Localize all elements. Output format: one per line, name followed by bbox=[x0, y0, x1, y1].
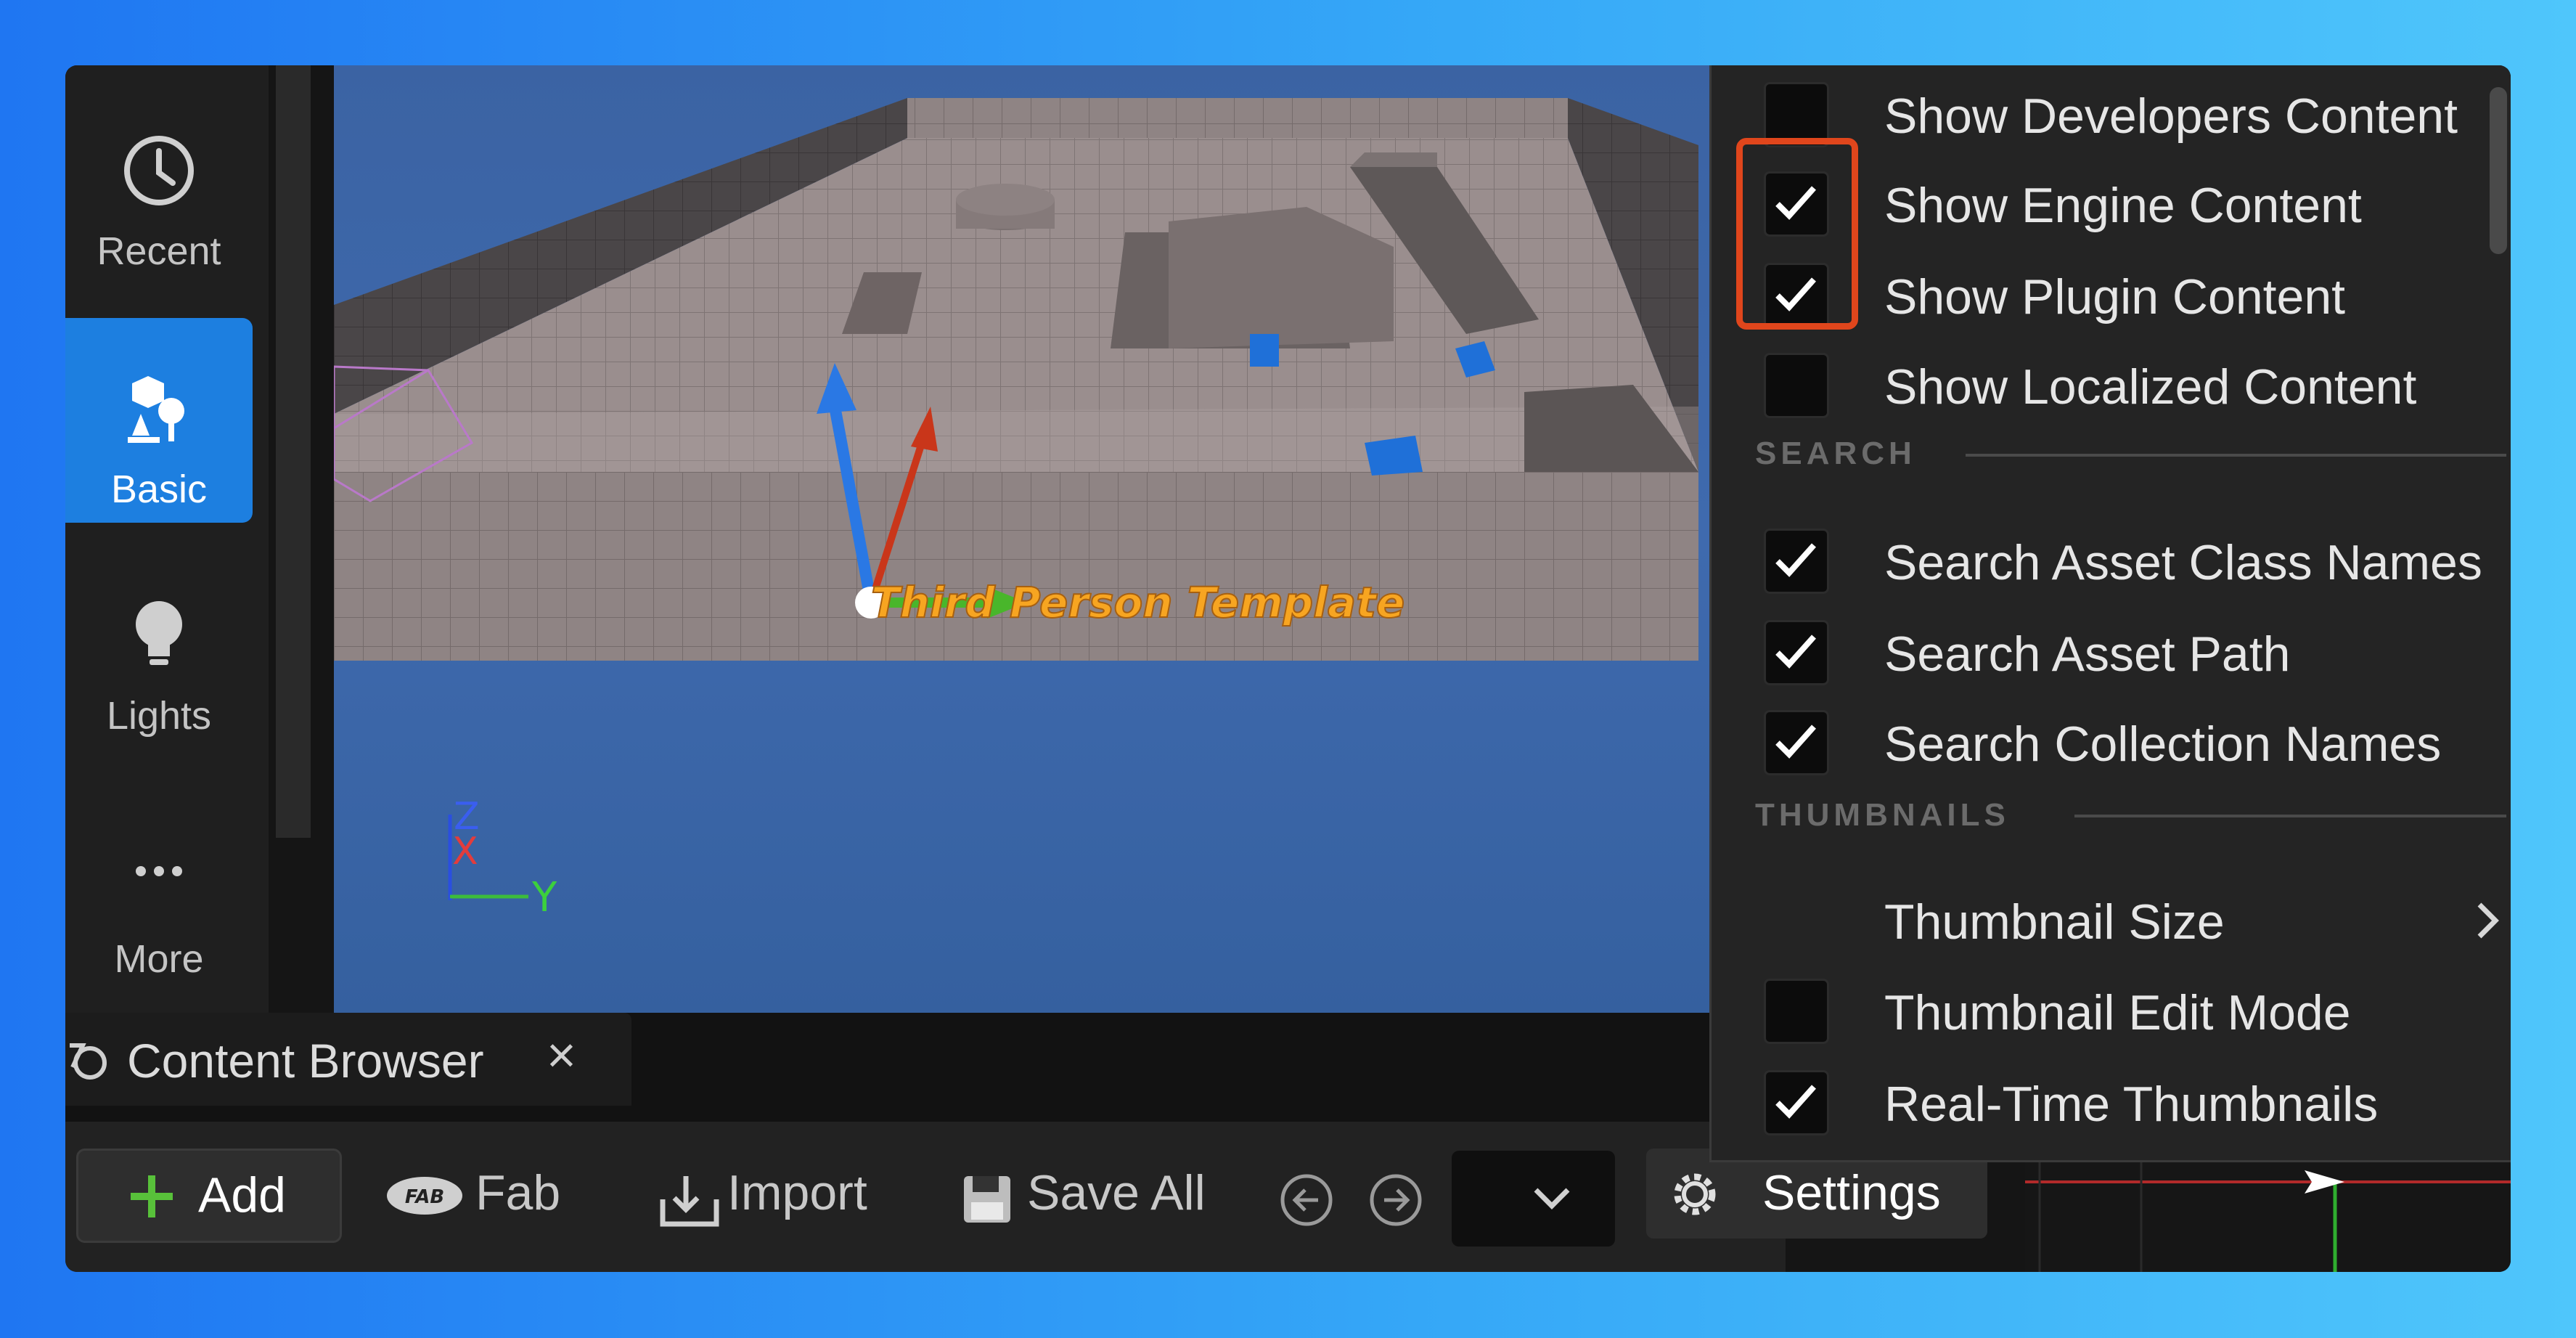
fab-button[interactable]: FAB Fab bbox=[385, 1149, 631, 1239]
mode-more[interactable]: More bbox=[65, 788, 253, 992]
checkbox-checked[interactable] bbox=[1764, 710, 1829, 775]
menu-item-show-localized-content[interactable]: Show Localized Content bbox=[1712, 340, 2495, 430]
checkbox[interactable] bbox=[1764, 979, 1829, 1044]
save-all-label: Save All bbox=[1027, 1165, 1206, 1220]
chevron-down-icon bbox=[1534, 1188, 1570, 1209]
checkbox-checked[interactable] bbox=[1764, 620, 1829, 685]
mode-basic-label: Basic bbox=[110, 468, 208, 511]
checkmark-icon bbox=[1775, 543, 1816, 577]
mode-more-label: More bbox=[114, 937, 204, 981]
panel-separator[interactable] bbox=[276, 65, 311, 838]
fab-label: Fab bbox=[475, 1165, 561, 1220]
axis-x-label: X bbox=[452, 830, 478, 873]
clock-icon bbox=[124, 136, 194, 205]
mode-recent[interactable]: Recent bbox=[65, 80, 253, 285]
section-divider bbox=[2074, 815, 2506, 817]
menu-item-label: Real-Time Thumbnails bbox=[1884, 1077, 2379, 1132]
menu-item-label: Thumbnail Size bbox=[1884, 894, 2225, 950]
mode-basic[interactable]: Basic bbox=[65, 318, 253, 523]
save-all-icon bbox=[964, 1176, 1010, 1223]
basic-shapes-icon bbox=[128, 376, 184, 443]
checkbox-checked[interactable] bbox=[1764, 1070, 1829, 1135]
checkbox[interactable] bbox=[1764, 353, 1829, 418]
checkmark-icon bbox=[1775, 725, 1816, 759]
dock-tab-bar: Content Browser × bbox=[65, 1013, 1786, 1122]
chevron-right-icon bbox=[2477, 902, 2499, 939]
checkmark-icon bbox=[1775, 635, 1816, 669]
blue-cube bbox=[1250, 334, 1279, 367]
mode-lights[interactable]: Lights bbox=[65, 544, 253, 749]
menu-item-label: Show Engine Content bbox=[1884, 178, 2362, 233]
svg-text:FAB: FAB bbox=[405, 1186, 444, 1208]
highlight-annotation-box bbox=[1736, 138, 1858, 330]
back-arrow-icon[interactable] bbox=[1279, 1172, 1334, 1228]
menu-item-thumbnail-edit-mode[interactable]: Thumbnail Edit Mode bbox=[1712, 966, 2495, 1056]
menu-item-search-asset-class-names[interactable]: Search Asset Class Names bbox=[1712, 515, 2495, 605]
menu-item-label: Thumbnail Edit Mode bbox=[1884, 985, 2351, 1040]
mode-lights-label: Lights bbox=[106, 694, 212, 738]
gear-icon bbox=[1674, 1173, 1716, 1215]
front-wall bbox=[334, 472, 1698, 661]
actor-label: Third Person Template bbox=[871, 578, 1404, 627]
section-header-search: SEARCH bbox=[1755, 436, 1916, 471]
section-divider bbox=[1966, 454, 2506, 457]
import-icon bbox=[660, 1176, 719, 1227]
menu-item-label: Show Localized Content bbox=[1884, 359, 2417, 415]
axis-y-label: Y bbox=[531, 874, 557, 921]
menu-item-label: Search Collection Names bbox=[1884, 717, 2442, 772]
menu-item-label: Show Plugin Content bbox=[1884, 269, 2346, 325]
tab-title: Content Browser bbox=[127, 1034, 484, 1088]
fab-icon: FAB bbox=[387, 1177, 462, 1215]
lightbulb-icon bbox=[136, 601, 182, 665]
level-viewport[interactable]: Third Person Template Z X Y bbox=[334, 65, 1858, 1013]
far-wall bbox=[907, 98, 1568, 138]
menu-scrollbar[interactable] bbox=[2490, 87, 2507, 254]
menu-item-label: Show Developers Content bbox=[1884, 89, 2458, 144]
settings-label: Settings bbox=[1762, 1165, 1941, 1220]
viewport-scene: Third Person Template Z X Y bbox=[334, 98, 1698, 921]
path-dropdown[interactable] bbox=[1452, 1151, 1615, 1247]
forward-arrow-icon[interactable] bbox=[1368, 1172, 1423, 1228]
menu-item-search-asset-path[interactable]: Search Asset Path bbox=[1712, 607, 2495, 697]
mode-sidebar: Recent Basic Lights More bbox=[65, 65, 269, 1013]
tab-close-button[interactable]: × bbox=[547, 1026, 576, 1084]
menu-item-search-collection-names[interactable]: Search Collection Names bbox=[1712, 697, 2495, 787]
content-browser-icon bbox=[70, 1043, 107, 1080]
more-dots-icon bbox=[136, 866, 182, 876]
menu-item-real-time-thumbnails[interactable]: Real-Time Thumbnails bbox=[1712, 1057, 2495, 1147]
unreal-editor-window: Recent Basic Lights More Third Person Te… bbox=[65, 65, 2511, 1272]
add-button[interactable]: Add bbox=[76, 1149, 342, 1243]
import-button[interactable]: Import bbox=[657, 1149, 918, 1239]
plus-icon bbox=[131, 1175, 173, 1217]
content-browser-toolbar: Add FAB Fab Import Save All Settings bbox=[65, 1122, 1987, 1272]
menu-item-label: Search Asset Path bbox=[1884, 627, 2291, 682]
checkbox-checked[interactable] bbox=[1764, 529, 1829, 594]
import-label: Import bbox=[727, 1165, 867, 1220]
section-header-thumbnails: THUMBNAILS bbox=[1755, 797, 2010, 833]
mode-recent-label: Recent bbox=[97, 229, 221, 273]
add-label: Add bbox=[198, 1167, 286, 1223]
menu-item-thumbnail-size[interactable]: Thumbnail Size bbox=[1712, 875, 2499, 965]
tab-content-browser[interactable]: Content Browser × bbox=[65, 1013, 631, 1106]
checkmark-icon bbox=[1775, 1085, 1816, 1119]
save-all-button[interactable]: Save All bbox=[958, 1149, 1248, 1239]
menu-item-label: Search Asset Class Names bbox=[1884, 535, 2482, 590]
